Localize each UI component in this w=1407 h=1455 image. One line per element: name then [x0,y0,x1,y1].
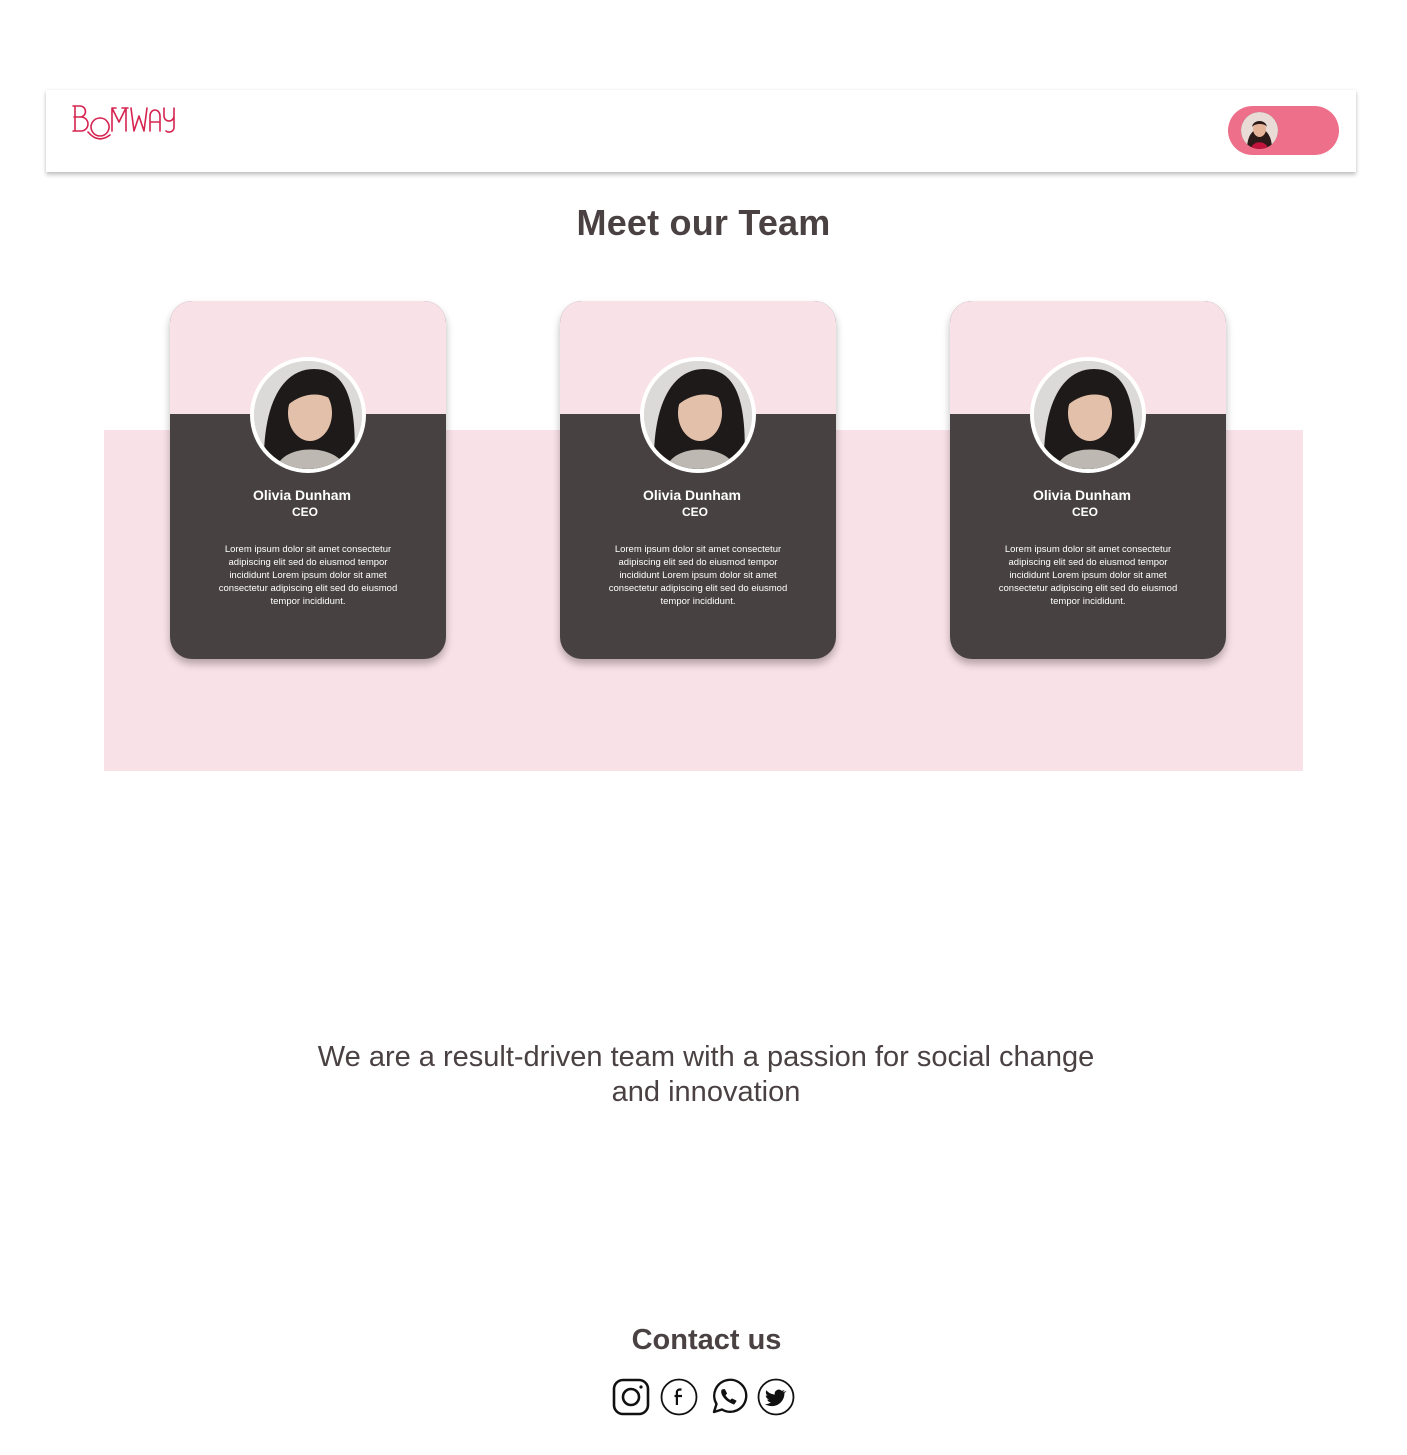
contact-title: Contact us [631,1324,782,1356]
logo-mark [72,105,175,140]
team-member-bio: Lorem ipsum dolor sit amet consectetur a… [218,544,398,607]
team-member-role: CEO [1071,505,1098,519]
logo[interactable]: BOMWAY [70,102,182,146]
team-member-name: Olivia Dunham [1032,487,1132,503]
page-title: Meet our Team [576,202,831,243]
user-menu-button[interactable] [1228,106,1339,155]
team-member-name: Olivia Dunham [642,487,742,503]
team-member-role: CEO [291,505,318,519]
team-card: Olivia Dunham CEO Lorem ipsum dolor sit … [950,301,1226,659]
user-avatar [1241,112,1278,149]
team-member-bio: Lorem ipsum dolor sit amet consectetur a… [998,544,1178,607]
twitter-icon[interactable] [756,1377,796,1417]
team-member-bio: Lorem ipsum dolor sit amet consectetur a… [608,544,788,607]
team-member-role: CEO [681,505,708,519]
whatsapp-icon[interactable] [708,1377,748,1417]
site-header: BOMWAY [46,90,1356,172]
team-card: Olivia Dunham CEO Lorem ipsum dolor sit … [560,301,836,659]
team-member-photo [250,357,366,473]
mission-statement: We are a result-driven team with a passi… [317,1041,1095,1108]
facebook-icon[interactable] [659,1377,699,1417]
instagram-icon[interactable] [611,1377,651,1417]
team-member-photo [1030,357,1146,473]
team-member-name: Olivia Dunham [252,487,352,503]
team-member-photo [640,357,756,473]
team-card: Olivia Dunham CEO Lorem ipsum dolor sit … [170,301,446,659]
